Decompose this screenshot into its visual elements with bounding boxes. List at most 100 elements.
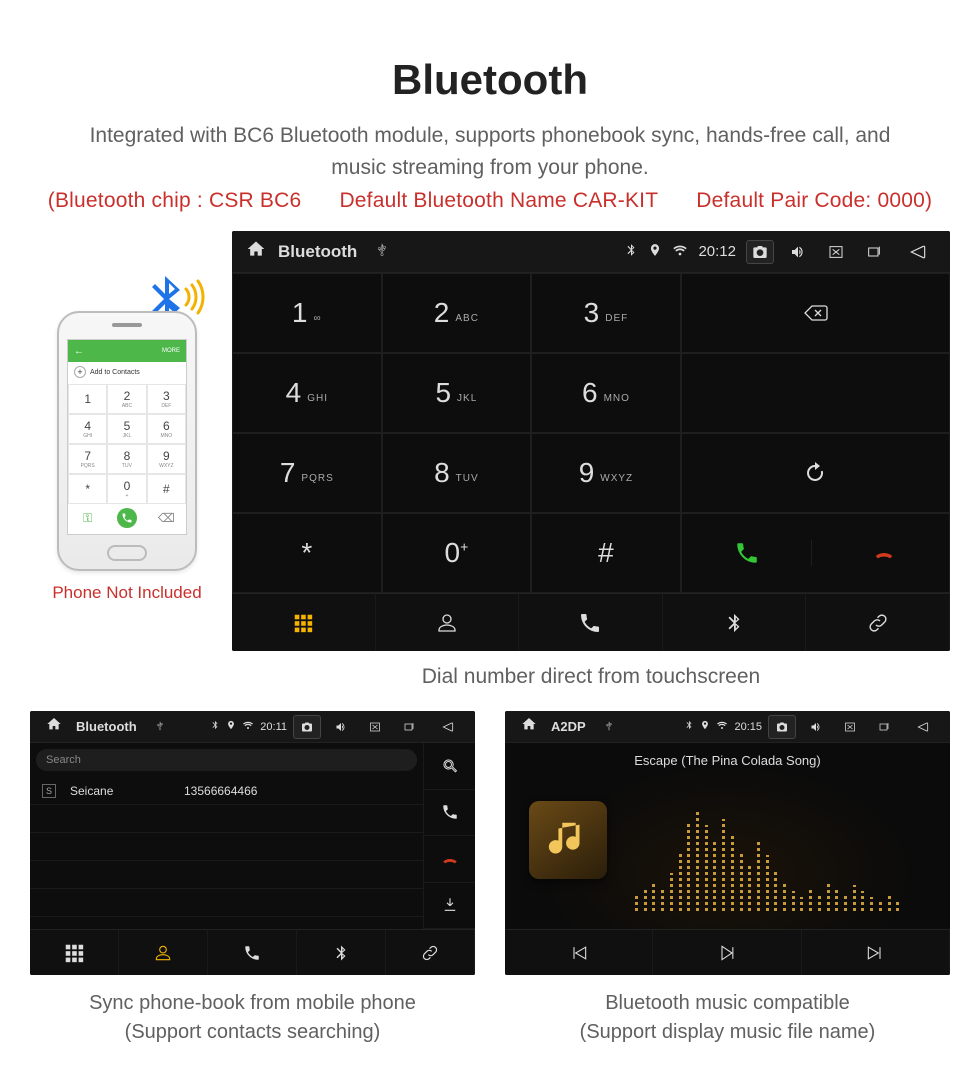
- screenshot-button[interactable]: [293, 715, 321, 739]
- bluetooth-status-icon: [624, 243, 638, 261]
- home-icon[interactable]: [40, 716, 68, 737]
- phone-key: 7PQRS: [68, 444, 107, 474]
- home-icon[interactable]: [242, 239, 270, 264]
- redial-button[interactable]: [681, 433, 950, 513]
- dialpad-key-#[interactable]: #: [531, 513, 681, 593]
- recents-button[interactable]: [860, 240, 888, 264]
- location-icon: [648, 243, 662, 261]
- tab-bluetooth-settings[interactable]: [663, 594, 807, 651]
- spec-chip: (Bluetooth chip : CSR BC6: [48, 189, 302, 212]
- phone-add-contacts-label: Add to Contacts: [90, 369, 140, 376]
- dialpad-key-0[interactable]: 0+: [382, 513, 532, 593]
- usb-icon: [155, 720, 165, 734]
- usb-icon: [604, 720, 614, 734]
- dialpad-key-2[interactable]: 2ABC: [382, 273, 532, 353]
- play-pause-button[interactable]: [653, 930, 801, 975]
- close-app-button[interactable]: [836, 715, 864, 739]
- tab-paired-devices[interactable]: [806, 594, 950, 651]
- phone-home-button: [107, 545, 147, 561]
- phone-key: 2ABC: [107, 384, 146, 414]
- call-button[interactable]: [682, 540, 813, 566]
- phone-key: #: [147, 474, 186, 504]
- dialpad-key-9[interactable]: 9WXYZ: [531, 433, 681, 513]
- search-button[interactable]: [424, 743, 475, 790]
- close-app-button[interactable]: [822, 240, 850, 264]
- spec-name: Default Bluetooth Name CAR-KIT: [339, 189, 658, 212]
- tab-call-log[interactable]: [208, 930, 297, 975]
- wifi-icon: [242, 719, 254, 734]
- back-button[interactable]: [906, 712, 940, 742]
- contacts-statusbar: Bluetooth 20:11: [30, 711, 475, 743]
- wifi-icon: [672, 242, 688, 262]
- phone-dial-icon: [117, 508, 137, 528]
- tab-bluetooth-settings[interactable]: [297, 930, 386, 975]
- dialpad-key-8[interactable]: 8TUV: [382, 433, 532, 513]
- phone-key: 9WXYZ: [147, 444, 186, 474]
- recents-button[interactable]: [395, 715, 423, 739]
- tab-dialpad[interactable]: [232, 594, 376, 651]
- phone-key: *: [68, 474, 107, 504]
- wifi-icon: [716, 719, 728, 734]
- backspace-button[interactable]: [681, 273, 950, 353]
- phone-key: 6MNO: [147, 414, 186, 444]
- spec-pair: Default Pair Code: 0000): [696, 189, 932, 212]
- phone-topbar-more: MORE: [162, 348, 180, 354]
- phone-backspace-icon: ⌫: [147, 504, 186, 532]
- contact-row-empty: [30, 833, 423, 861]
- contacts-caption: Sync phone-book from mobile phone(Suppor…: [30, 989, 475, 1047]
- dialpad-key-6[interactable]: 6MNO: [531, 353, 681, 433]
- dialpad-key-7[interactable]: 7PQRS: [232, 433, 382, 513]
- equalizer-visual: [635, 803, 926, 911]
- usb-icon: [375, 243, 389, 260]
- tab-call-log[interactable]: [519, 594, 663, 651]
- previous-track-button[interactable]: [505, 930, 653, 975]
- volume-button[interactable]: [784, 240, 812, 264]
- screenshot-button[interactable]: [768, 715, 796, 739]
- page-subtitle: Integrated with BC6 Bluetooth module, su…: [0, 120, 980, 183]
- dialpad-key-4[interactable]: 4GHI: [232, 353, 382, 433]
- contact-row[interactable]: S Seicane 13566664466: [30, 777, 423, 805]
- close-app-button[interactable]: [361, 715, 389, 739]
- screenshot-button[interactable]: [746, 240, 774, 264]
- dialpad-key-3[interactable]: 3DEF: [531, 273, 681, 353]
- volume-button[interactable]: [802, 715, 830, 739]
- bluetooth-status-icon: [210, 720, 220, 733]
- tab-contacts[interactable]: [376, 594, 520, 651]
- dialpad-key-*[interactable]: *: [232, 513, 382, 593]
- headunit-contacts: Bluetooth 20:11 Search: [30, 711, 475, 975]
- contact-row-empty: [30, 861, 423, 889]
- headunit-music: A2DP 20:15 Escape (The Pina Colada: [505, 711, 950, 975]
- tab-paired-devices[interactable]: [386, 930, 475, 975]
- clock-label: 20:12: [698, 243, 736, 260]
- dialpad-key-5[interactable]: 5JKL: [382, 353, 532, 433]
- download-contacts-button[interactable]: [424, 883, 475, 930]
- empty-cell: [681, 353, 950, 433]
- contacts-title: Bluetooth: [76, 719, 137, 734]
- back-button[interactable]: [431, 712, 465, 742]
- music-caption: Bluetooth music compatible(Support displ…: [505, 989, 950, 1047]
- phone-key: 4GHI: [68, 414, 107, 444]
- album-art: [529, 801, 607, 879]
- phone-key: 3DEF: [147, 384, 186, 414]
- tab-dialpad[interactable]: [30, 930, 119, 975]
- clock-label: 20:11: [260, 721, 287, 733]
- dialpad-key-1[interactable]: 1∞: [232, 273, 382, 353]
- location-icon: [226, 720, 236, 733]
- tab-contacts[interactable]: [119, 930, 208, 975]
- contact-number: 13566664466: [184, 784, 257, 798]
- hangup-button[interactable]: [424, 836, 475, 883]
- now-playing-track: Escape (The Pina Colada Song): [634, 753, 820, 768]
- phone-key: 0+: [107, 474, 146, 504]
- hangup-button[interactable]: [818, 542, 949, 564]
- volume-button[interactable]: [327, 715, 355, 739]
- call-contact-button[interactable]: [424, 790, 475, 837]
- recents-button[interactable]: [870, 715, 898, 739]
- bluetooth-status-icon: [684, 720, 694, 733]
- home-icon[interactable]: [515, 716, 543, 737]
- dialer-statusbar: Bluetooth 20:12: [232, 231, 950, 273]
- back-button[interactable]: [896, 237, 940, 267]
- next-track-button[interactable]: [802, 930, 950, 975]
- music-statusbar: A2DP 20:15: [505, 711, 950, 743]
- phone-voicemail-icon: ⚿: [68, 504, 107, 532]
- search-input[interactable]: Search: [36, 749, 417, 771]
